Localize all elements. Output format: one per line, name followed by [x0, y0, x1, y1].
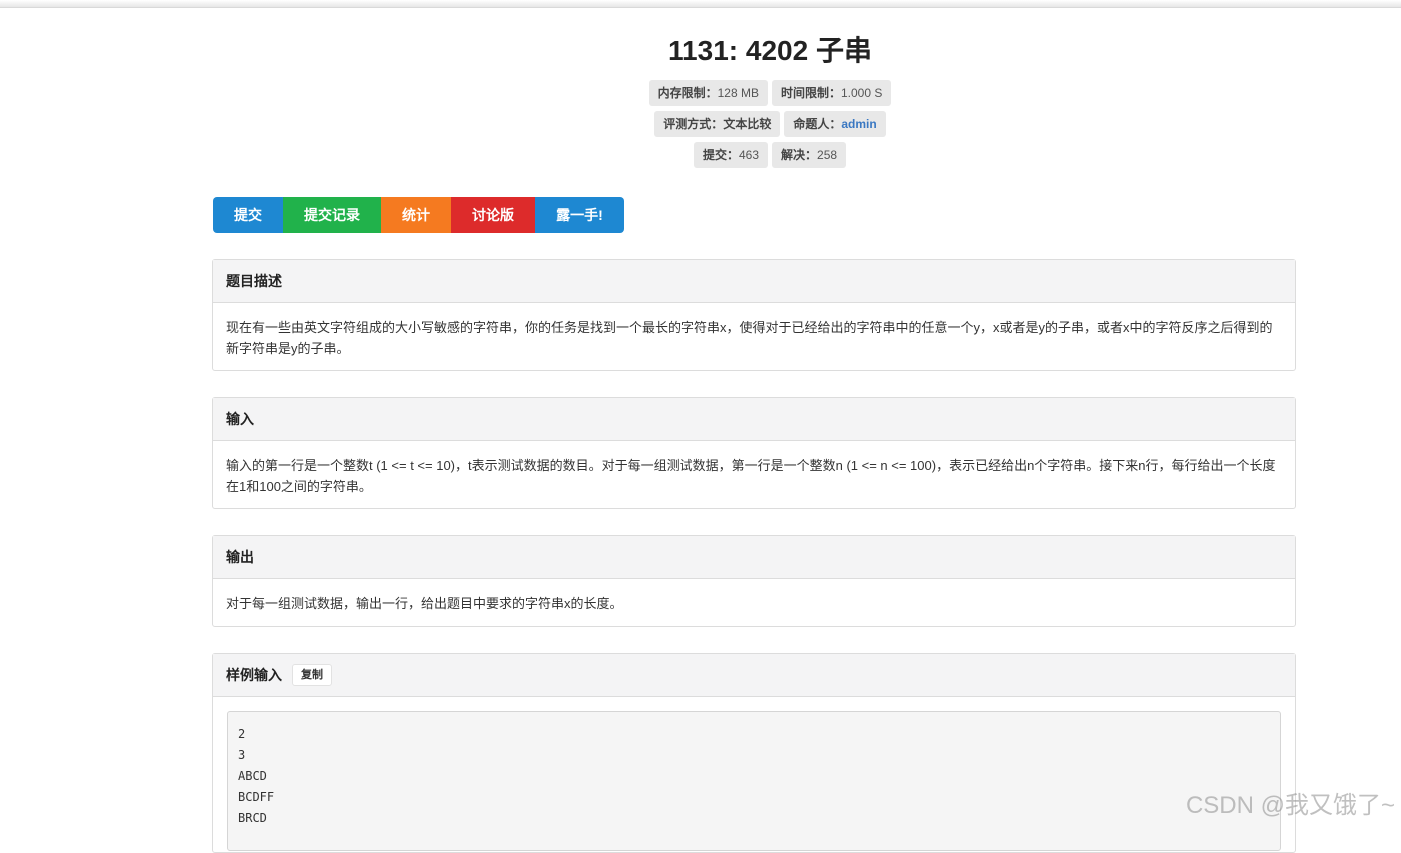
meta-row-stats: 提交：463 解决：258	[0, 142, 1401, 168]
output-panel: 输出 对于每一组测试数据，输出一行，给出题目中要求的字符串x的长度。	[212, 535, 1296, 627]
input-text: 输入的第一行是一个整数t (1 <= t <= 10)，t表示测试数据的数目。对…	[226, 458, 1276, 494]
sample-input-code[interactable]: 2 3 ABCD BCDFF BRCD	[227, 711, 1281, 851]
problem-header: 1131: 4202 子串 内存限制：128 MB 时间限制：1.000 S 评…	[0, 30, 1401, 168]
submit-count-badge: 提交：463	[693, 142, 768, 168]
sample-line: BCDFF	[238, 790, 275, 804]
judge-mode-label: 评测方式：	[663, 117, 724, 131]
show-off-button[interactable]: 露一手!	[535, 197, 624, 233]
input-heading: 输入	[213, 398, 1295, 441]
memory-limit-label: 内存限制：	[657, 86, 718, 100]
memory-limit-badge: 内存限制：128 MB	[648, 80, 768, 106]
judge-mode-badge: 评测方式：文本比较	[654, 111, 781, 137]
meta-row-judge: 评测方式：文本比较 命题人：admin	[0, 111, 1401, 137]
action-button-group: 提交 提交记录 统计 讨论版 露一手!	[213, 197, 624, 233]
description-text: 现在有一些由英文字符组成的大小写敏感的字符串，你的任务是找到一个最长的字符串x，…	[226, 320, 1273, 356]
author-label: 命题人：	[793, 117, 842, 131]
judge-mode-value: 文本比较	[723, 117, 772, 131]
time-limit-badge: 时间限制：1.000 S	[771, 80, 892, 106]
submit-count-label: 提交：	[702, 148, 739, 162]
author-link[interactable]: admin	[841, 117, 876, 131]
output-heading: 输出	[213, 536, 1295, 579]
sample-input-header: 样例输入 复制	[213, 654, 1295, 697]
sample-line: BRCD	[238, 811, 267, 825]
input-panel: 输入 输入的第一行是一个整数t (1 <= t <= 10)，t表示测试数据的数…	[212, 397, 1296, 509]
sample-input-heading: 样例输入	[226, 667, 282, 683]
submit-count-value: 463	[738, 148, 759, 162]
page-title: 1131: 4202 子串	[668, 35, 872, 66]
solved-count-label: 解决：	[781, 148, 818, 162]
memory-limit-value: 128 MB	[717, 86, 759, 100]
submission-records-button[interactable]: 提交记录	[283, 197, 381, 233]
time-limit-label: 时间限制：	[780, 86, 841, 100]
top-border	[0, 0, 1401, 8]
time-limit-value: 1.000 S	[841, 86, 883, 100]
solved-count-value: 258	[817, 148, 838, 162]
sample-line: 3	[238, 748, 246, 762]
sample-line: 2	[238, 727, 246, 741]
submit-button[interactable]: 提交	[213, 197, 283, 233]
statistics-button[interactable]: 统计	[381, 197, 451, 233]
solved-count-badge: 解决：258	[772, 142, 847, 168]
description-panel: 题目描述 现在有一些由英文字符组成的大小写敏感的字符串，你的任务是找到一个最长的…	[212, 259, 1296, 371]
sample-line: ABCD	[238, 769, 267, 783]
csdn-watermark: CSDN @我又饿了~	[1185, 792, 1395, 819]
output-text: 对于每一组测试数据，输出一行，给出题目中要求的字符串x的长度。	[226, 596, 623, 611]
author-badge: 命题人：admin	[784, 111, 886, 137]
description-heading: 题目描述	[213, 260, 1295, 303]
sample-input-panel: 样例输入 复制 2 3 ABCD BCDFF BRCD	[212, 653, 1296, 853]
forum-button[interactable]: 讨论版	[451, 197, 535, 233]
copy-button[interactable]: 复制	[292, 664, 332, 686]
meta-row-limits: 内存限制：128 MB 时间限制：1.000 S	[0, 80, 1401, 106]
